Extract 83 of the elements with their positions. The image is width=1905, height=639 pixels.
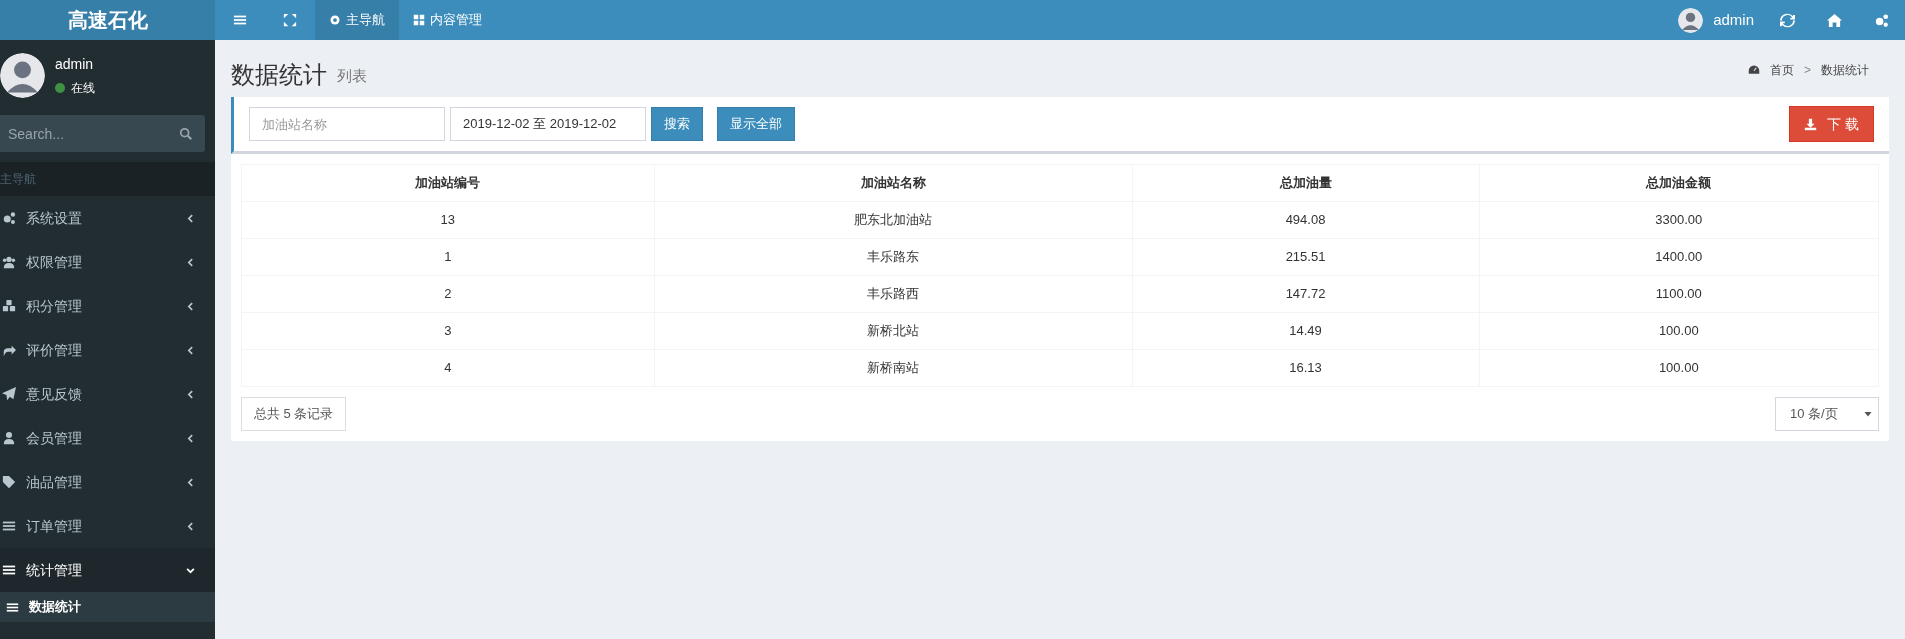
table-cell: 1100.00 <box>1479 275 1879 313</box>
table-cell: 2 <box>241 275 654 313</box>
sidebar-item[interactable]: 积分管理 <box>0 284 215 328</box>
table-cell: 1 <box>241 238 654 276</box>
nav-tab[interactable]: 主导航 <box>315 0 399 40</box>
tag-icon <box>2 475 16 489</box>
table-cell: 肥东北加油站 <box>654 201 1132 239</box>
table-cell: 147.72 <box>1132 275 1480 313</box>
sidebar-item[interactable]: 评价管理 <box>0 328 215 372</box>
column-header: 加油站编号 <box>241 164 654 202</box>
search-field[interactable]: Search... <box>0 115 205 152</box>
sidebar-item[interactable]: 系统设置 <box>0 196 215 240</box>
page-subtitle: 列表 <box>337 65 367 86</box>
dashboard-icon <box>1748 64 1760 76</box>
breadcrumb-link[interactable]: 首页 <box>1770 61 1794 79</box>
menu-icon <box>233 13 247 27</box>
table-cell: 丰乐路西 <box>654 275 1132 313</box>
column-header: 加油站名称 <box>654 164 1132 202</box>
table-cell: 215.51 <box>1132 238 1480 276</box>
table-cell: 1400.00 <box>1479 238 1879 276</box>
home-icon <box>1827 12 1842 28</box>
section-header: 主导航 <box>0 171 36 188</box>
chevron-left-icon <box>186 521 195 531</box>
breadcrumb-current: 数据统计 <box>1821 62 1869 79</box>
sidebar-item[interactable]: 油品管理 <box>0 460 215 504</box>
sidebar-item[interactable]: 权限管理 <box>0 240 215 284</box>
page-size-select[interactable]: 10 条/页 <box>1775 397 1879 431</box>
table-cell: 新桥北站 <box>654 312 1132 350</box>
chevron-left-icon <box>186 345 195 355</box>
chevron-left-icon <box>186 301 195 311</box>
search-button[interactable]: 搜索 <box>651 107 703 141</box>
table-cell: 3 <box>241 312 654 350</box>
breadcrumb-separator: > <box>1804 62 1811 79</box>
user-name: admin <box>55 54 95 74</box>
table-cell: 16.13 <box>1132 349 1480 387</box>
avatar-icon <box>0 52 45 98</box>
chevron-down-icon <box>186 565 195 575</box>
show-all-button[interactable]: 显示全部 <box>717 107 795 141</box>
column-header: 总加油量 <box>1132 164 1480 202</box>
users-icon <box>2 255 16 269</box>
chevron-left-icon <box>186 213 195 223</box>
table-cell: 100.00 <box>1479 312 1879 350</box>
table-cell: 3300.00 <box>1479 201 1879 239</box>
table-cell: 新桥南站 <box>654 349 1132 387</box>
brand-logo[interactable]: 高速石化 <box>0 0 215 40</box>
table-cell: 丰乐路东 <box>654 238 1132 276</box>
chevron-left-icon <box>186 389 195 399</box>
chevron-left-icon <box>186 257 195 267</box>
sidebar-item[interactable]: 会员管理 <box>0 416 215 460</box>
page-title: 数据统计 <box>231 63 327 87</box>
sidebar-item[interactable]: 统计管理 <box>0 548 215 592</box>
avatar-icon <box>1678 7 1704 33</box>
refresh-icon <box>1780 12 1795 28</box>
dropdown-caret-icon <box>1864 410 1872 418</box>
paper-plane-icon <box>2 387 16 401</box>
cubes-icon <box>2 299 16 313</box>
list-icon <box>2 563 16 577</box>
table-cell: 494.08 <box>1132 201 1480 239</box>
user-menu-button[interactable]: admin <box>1668 0 1764 40</box>
arrows-icon <box>283 13 297 27</box>
total-records: 总共 5 条记录 <box>241 397 347 431</box>
search-icon <box>179 127 193 141</box>
date-range-input[interactable]: 2019-12-02 至 2019-12-02 <box>450 107 646 141</box>
chevron-left-icon <box>186 477 195 487</box>
column-header: 总加油金额 <box>1479 164 1879 202</box>
table-cell: 14.49 <box>1132 312 1480 350</box>
sidebar-subitem[interactable]: 数据统计 <box>0 592 215 622</box>
nav-tab[interactable]: 内容管理 <box>399 0 496 40</box>
status-text: 在线 <box>71 79 95 97</box>
sidebar-item[interactable]: 意见反馈 <box>0 372 215 416</box>
sidebar-item[interactable]: 订单管理 <box>0 504 215 548</box>
name-input[interactable]: 加油站名称 <box>249 107 445 141</box>
grid-icon <box>413 14 425 26</box>
table-cell: 100.00 <box>1479 349 1879 387</box>
list-icon <box>6 600 19 614</box>
list-icon <box>2 519 16 533</box>
table-cell: 13 <box>241 201 654 239</box>
table-cell: 4 <box>241 349 654 387</box>
user-icon <box>2 431 16 445</box>
share-arrow-icon <box>2 343 16 357</box>
chevron-left-icon <box>186 433 195 443</box>
download-icon <box>1804 117 1818 131</box>
download-button[interactable]: 下 载 <box>1789 106 1874 142</box>
